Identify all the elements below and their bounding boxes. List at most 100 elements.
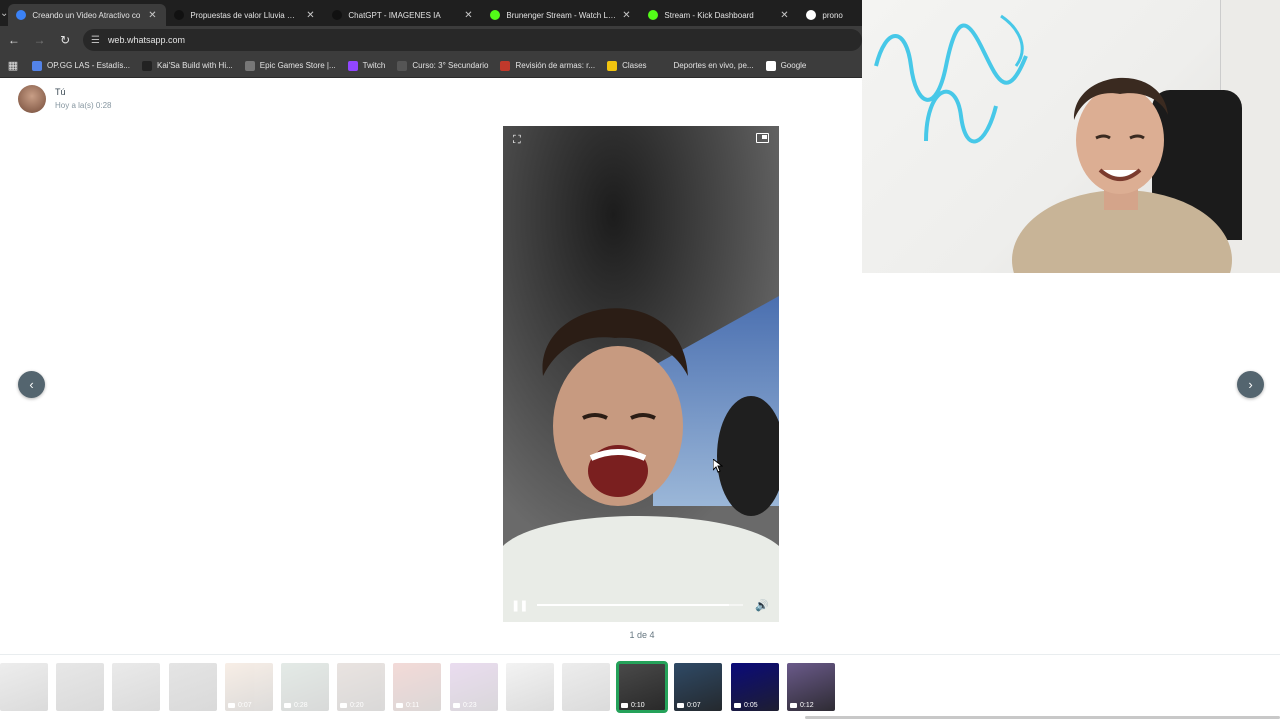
bookmark-item[interactable]: Deportes en vivo, pe... — [658, 60, 754, 71]
bookmark-item[interactable]: Google — [765, 60, 807, 71]
media-thumbnail[interactable]: 0:11 — [393, 663, 441, 711]
thumbnail-duration: 0:10 — [621, 702, 645, 709]
video-controls: ❚❚ 🔊 — [503, 588, 779, 622]
media-thumbnail[interactable]: 0:20 — [337, 663, 385, 711]
bookmark-item[interactable]: Kai'Sa Build with Hi... — [142, 60, 233, 71]
thumbnail-duration: 0:07 — [228, 702, 252, 709]
bookmark-item[interactable]: OP.GG LAS - Estadís... — [32, 60, 130, 71]
tab-favicon-icon — [490, 10, 501, 20]
screen: ⌄ Creando un Video Atractivo co ✕ Propuest… — [0, 0, 1280, 720]
duration-text: 0:12 — [800, 702, 814, 709]
thumbnail-duration: 0:20 — [340, 702, 364, 709]
duration-text: 0:23 — [463, 702, 477, 709]
browser-tab[interactable]: Propuestas de valor Lluvia Cero ✕ — [166, 4, 324, 26]
apps-grid-icon[interactable]: ▦ — [0, 59, 26, 72]
browser-tab[interactable]: Brunenger Stream - Watch Live ✕ — [482, 4, 640, 26]
media-thumbnail[interactable]: 0:12 — [787, 663, 835, 711]
media-thumbnail[interactable]: 0:28 — [281, 663, 329, 711]
reload-icon[interactable]: ↻ — [53, 28, 77, 52]
thumbnail-duration: 0:23 — [453, 702, 477, 709]
media-thumbnail[interactable]: 0:10 — [616, 661, 668, 713]
media-thumbnail[interactable] — [0, 663, 48, 711]
bookmark-label: Google — [780, 61, 807, 70]
thumbnail-scrollbar[interactable] — [805, 716, 1280, 719]
previous-media-button[interactable]: ‹ — [18, 371, 45, 398]
media-thumbnail[interactable]: 0:05 — [731, 663, 779, 711]
media-thumbnail[interactable]: 0:07 — [674, 663, 722, 711]
chevron-left-icon: ‹ — [29, 377, 34, 392]
video-camera-icon — [228, 703, 235, 708]
tab-favicon-icon — [16, 10, 27, 20]
media-thumbnail[interactable]: 0:07 — [225, 663, 273, 711]
tab-title: Stream - Kick Dashboard — [664, 10, 754, 20]
tab-close-icon[interactable]: ✕ — [146, 10, 158, 21]
bookmarks-bar: ▦ OP.GG LAS - Estadís... Kai'Sa Build wit… — [0, 54, 862, 78]
thumbnail-duration: 0:12 — [790, 702, 814, 709]
seek-bar-progress — [537, 604, 729, 606]
media-thumbnail[interactable] — [506, 663, 554, 711]
volume-icon[interactable]: 🔊 — [753, 599, 771, 612]
bookmark-item[interactable]: Twitch — [347, 60, 385, 71]
bookmark-item[interactable]: Curso: 3° Secundario — [397, 60, 489, 71]
duration-text: 0:10 — [631, 702, 645, 709]
tab-close-icon[interactable]: ✕ — [620, 10, 632, 21]
forward-icon[interactable]: → — [28, 28, 52, 52]
site-info-icon[interactable]: ☰ — [91, 35, 100, 46]
video-camera-icon — [453, 703, 460, 708]
webcam-overlay — [862, 0, 1280, 273]
bookmark-item[interactable]: Clases — [607, 60, 647, 71]
video-player[interactable]: ⛶ ❚❚ 🔊 — [503, 126, 779, 622]
video-camera-icon — [340, 703, 347, 708]
tab-title: Brunenger Stream - Watch Live — [506, 10, 617, 20]
neon-wall-art — [874, 14, 1028, 144]
media-thumbnail[interactable]: 0:23 — [450, 663, 498, 711]
bookmark-label: Kai'Sa Build with Hi... — [157, 61, 233, 70]
media-thumbnail[interactable] — [112, 663, 160, 711]
bookmark-label: Epic Games Store |... — [259, 61, 336, 70]
bookmark-favicon-icon — [607, 60, 618, 71]
video-camera-icon — [734, 703, 741, 708]
bookmark-label: Deportes en vivo, pe... — [673, 61, 754, 70]
next-media-button[interactable]: › — [1237, 371, 1264, 398]
tab-favicon-icon — [806, 10, 817, 20]
tab-search-icon[interactable]: ⌄ — [0, 0, 8, 26]
fullscreen-icon[interactable]: ⛶ — [513, 134, 521, 147]
browser-tab[interactable]: ChatGPT - IMAGENES IA ✕ — [324, 4, 482, 26]
thumbnail-duration: 0:11 — [396, 702, 419, 709]
media-counter: 1 de 4 — [629, 630, 655, 640]
tab-strip: ⌄ Creando un Video Atractivo co ✕ Propuest… — [0, 0, 862, 26]
address-bar[interactable]: ☰ web.whatsapp.com — [82, 29, 862, 51]
media-thumbnail-strip: 0:07 0:28 0:20 0:11 0:23 0:10 0:07 0:05 0:12 — [0, 654, 1280, 720]
bookmark-item[interactable]: Epic Games Store |... — [244, 60, 336, 71]
tab-close-icon[interactable]: ✕ — [304, 10, 316, 21]
seek-bar[interactable] — [537, 604, 743, 606]
streamer — [1012, 77, 1232, 273]
duration-text: 0:20 — [350, 702, 364, 709]
duration-text: 0:05 — [744, 702, 758, 709]
picture-in-picture-icon[interactable] — [756, 133, 769, 143]
video-camera-icon — [396, 703, 403, 708]
media-thumbnail[interactable] — [562, 663, 610, 711]
browser-tab[interactable]: Creando un Video Atractivo co ✕ — [8, 4, 167, 26]
bookmark-item[interactable]: Revisión de armas: r... — [500, 60, 595, 71]
media-thumbnail[interactable] — [56, 663, 104, 711]
back-icon[interactable]: ← — [2, 28, 26, 52]
avatar[interactable] — [18, 85, 46, 113]
bookmark-favicon-icon — [347, 60, 358, 71]
browser-tab[interactable]: Stream - Kick Dashboard ✕ — [640, 4, 798, 26]
bookmark-favicon-icon — [765, 60, 776, 71]
bookmark-favicon-icon — [244, 60, 255, 71]
duration-text: 0:07 — [687, 702, 701, 709]
browser-tab[interactable]: prono — [798, 4, 862, 26]
media-thumbnail[interactable] — [169, 663, 217, 711]
tab-title: Propuestas de valor Lluvia Cero — [190, 10, 301, 20]
pause-icon[interactable]: ❚❚ — [511, 599, 529, 612]
video-camera-icon — [790, 703, 797, 708]
video-camera-icon — [284, 703, 291, 708]
duration-text: 0:07 — [238, 702, 252, 709]
bookmark-label: Curso: 3° Secundario — [412, 61, 489, 70]
tab-close-icon[interactable]: ✕ — [462, 10, 474, 21]
bookmark-label: Clases — [622, 61, 647, 70]
tab-close-icon[interactable]: ✕ — [778, 10, 790, 21]
chevron-right-icon: › — [1248, 377, 1253, 392]
